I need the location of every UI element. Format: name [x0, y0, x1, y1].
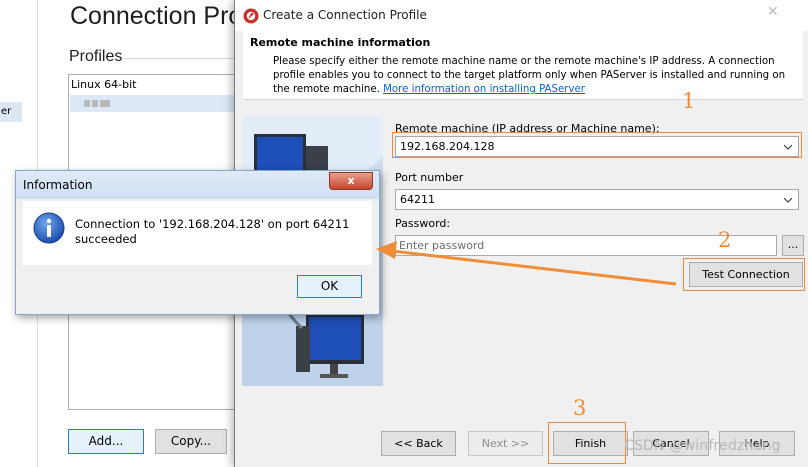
close-icon[interactable]: ✕: [767, 4, 779, 20]
list-item[interactable]: Linux 64-bit: [71, 78, 136, 91]
screenshot-stage: er Connection Pro Profiles Linux 64-bit …: [0, 0, 808, 467]
port-number-label: Port number: [395, 171, 464, 184]
list-item-selected[interactable]: [70, 95, 235, 112]
information-dialog: Information x Connection to '192.168.204…: [15, 170, 380, 315]
paserver-info-link[interactable]: More information on installing PAServer: [383, 84, 585, 95]
wizard-step-description: Please specify either the remote machine…: [273, 55, 793, 97]
remote-machine-value: 192.168.204.128: [400, 140, 495, 153]
page-title: Connection Pro: [70, 2, 243, 30]
port-number-combobox[interactable]: 64211: [395, 189, 799, 210]
password-input[interactable]: [395, 235, 777, 256]
info-icon: [33, 212, 65, 244]
test-connection-button[interactable]: Test Connection: [689, 262, 803, 287]
profiles-label: Profiles: [69, 48, 123, 65]
ok-button[interactable]: OK: [297, 275, 362, 298]
finish-button[interactable]: Finish: [553, 431, 628, 456]
info-dialog-body: Connection to '192.168.204.128' on port …: [23, 201, 372, 265]
dialog-titlebar[interactable]: Create a Connection Profile ✕: [235, 0, 808, 31]
info-dialog-titlebar[interactable]: Information x: [16, 171, 379, 199]
chevron-down-icon[interactable]: [784, 143, 792, 151]
remote-machine-combobox[interactable]: 192.168.204.128: [395, 136, 799, 157]
info-dialog-title: Information: [23, 178, 93, 192]
copy-profile-button[interactable]: Copy...: [155, 429, 227, 454]
info-message: Connection to '192.168.204.128' on port …: [75, 217, 350, 246]
browse-button[interactable]: ...: [782, 235, 804, 256]
back-button[interactable]: << Back: [381, 431, 456, 456]
app-logo-icon: [243, 8, 259, 24]
chevron-down-icon[interactable]: [784, 196, 792, 204]
wizard-step-title: Remote machine information: [250, 36, 431, 49]
close-button[interactable]: x: [329, 172, 373, 190]
add-profile-button[interactable]: Add...: [68, 429, 144, 454]
dialog-title: Create a Connection Profile: [263, 8, 427, 22]
remote-machine-label: Remote machine (IP address or Machine na…: [395, 122, 660, 135]
section-divider: [124, 58, 236, 59]
next-button[interactable]: Next >>: [468, 431, 543, 456]
password-label: Password:: [395, 217, 451, 230]
wizard-header: Remote machine information Please specif…: [243, 31, 803, 100]
help-button[interactable]: Help: [719, 431, 795, 456]
cancel-button[interactable]: Cancel: [633, 431, 709, 456]
sidebar-item[interactable]: er: [0, 102, 22, 122]
port-number-value: 64211: [400, 193, 435, 206]
